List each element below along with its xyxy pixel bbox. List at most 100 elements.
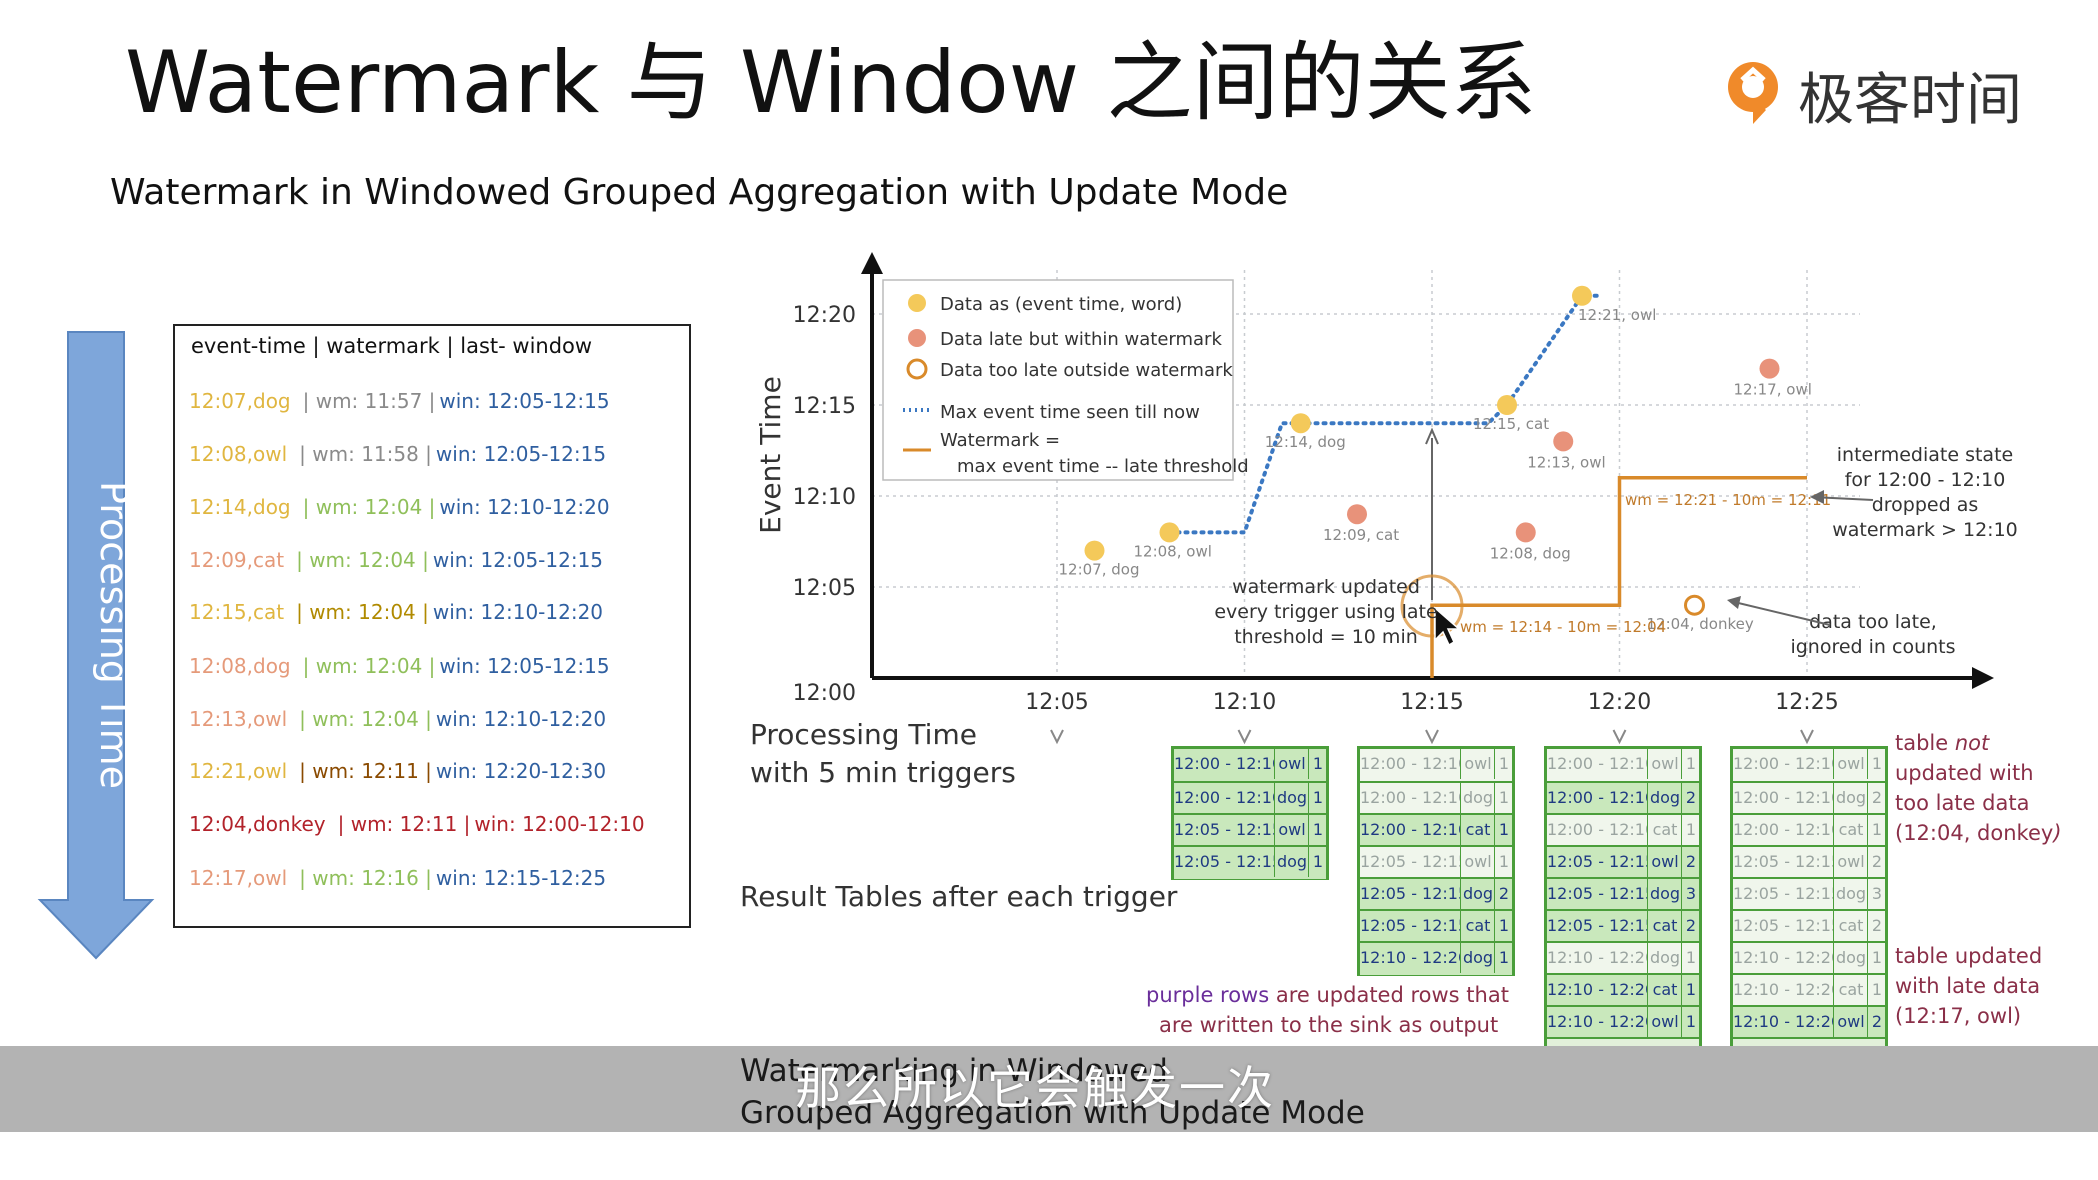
intermediate-state-annotation: watermark > 12:10: [1832, 519, 2018, 541]
unchanged-row: 12:00 - 12:10 dog 1: [1360, 781, 1512, 815]
legend-hollow-circle-icon: [906, 358, 928, 380]
purple-rows-note-line1: purple rows are updated rows that: [1146, 983, 1509, 1007]
count-cell: 1: [1494, 815, 1513, 845]
data-point: [1515, 522, 1536, 543]
annotation-arrowhead: [1727, 596, 1741, 609]
word-cell: dog: [1460, 879, 1495, 909]
result-table: 12:00 - 12:10 owl 1 12:00 - 12:10 dog 2 12:00 …: [1730, 746, 1888, 1066]
legend-label: Data as (event time, word): [940, 294, 1182, 315]
updated-row: 12:00 - 12:10 cat 1: [1360, 813, 1512, 847]
word-cell: owl: [1647, 749, 1682, 779]
word-cell: dog: [1460, 783, 1495, 813]
window-cell: 12:00 - 12:10: [1733, 788, 1833, 807]
wm-updated-annotation: threshold = 10 min: [1234, 626, 1418, 648]
data-point: [1572, 285, 1592, 306]
window-cell: 12:00 - 12:10: [1174, 788, 1274, 807]
data-point: [1759, 358, 1780, 379]
count-cell: 1: [1681, 943, 1700, 973]
trigger-arrow-icon: [1425, 729, 1439, 745]
data-point: [1553, 431, 1574, 452]
legend-label: Data too late outside watermark: [940, 360, 1233, 381]
data-point-label: 12:13, owl: [1527, 453, 1605, 471]
intermediate-state-annotation: for 12:00 - 12:10: [1845, 469, 2006, 491]
unchanged-row: 12:00 - 12:10 cat 1: [1733, 813, 1885, 847]
word-cell: owl: [1647, 847, 1682, 877]
result-table: 12:00 - 12:10 owl 1 12:00 - 12:10 dog 2 12:00 …: [1544, 746, 1702, 1066]
unchanged-row: 12:05 - 12:15 cat 2: [1733, 909, 1885, 943]
intermediate-state-annotation: dropped as: [1872, 494, 1979, 516]
trigger-arrow-icon: [1237, 729, 1252, 745]
word-cell: cat: [1460, 815, 1495, 845]
data-point: [1497, 395, 1517, 415]
result-tables-label: Result Tables after each trigger: [740, 880, 1178, 913]
x-axis-arrowhead: [1972, 667, 1994, 689]
window-cell: 12:05 - 12:15: [1360, 852, 1460, 871]
x-tick-label: 12:10: [1213, 690, 1276, 715]
count-cell: 1: [1494, 943, 1513, 973]
data-point-label: 12:08, dog: [1490, 544, 1571, 562]
updated-row: 12:05 - 12:15 cat 1: [1360, 909, 1512, 943]
updated-row: 12:10 - 12:20 cat 1: [1547, 973, 1699, 1007]
count-cell: 1: [1681, 815, 1700, 845]
window-cell: 12:00 - 12:10: [1360, 754, 1460, 773]
count-cell: 2: [1867, 783, 1886, 813]
unchanged-row: 12:05 - 12:15 dog 3: [1733, 877, 1885, 911]
note-updated-line1: table updated: [1895, 944, 2043, 968]
count-cell: 1: [1494, 783, 1513, 813]
window-cell: 12:00 - 12:10: [1547, 788, 1647, 807]
window-cell: 12:05 - 12:15: [1547, 852, 1647, 871]
window-cell: 12:00 - 12:10: [1733, 754, 1833, 773]
window-cell: 12:10 - 12:20: [1547, 980, 1647, 999]
trigger-arrow-icon: [1050, 729, 1064, 745]
word-cell: dog: [1833, 783, 1868, 813]
word-cell: cat: [1833, 815, 1868, 845]
bottom-strip: [0, 1132, 2098, 1180]
count-cell: 1: [1494, 911, 1513, 941]
updated-row: 12:10 - 12:20 owl 1: [1547, 1005, 1699, 1039]
count-cell: 3: [1681, 879, 1700, 909]
data-point-label: 12:14, dog: [1265, 433, 1346, 451]
word-cell: dog: [1647, 783, 1682, 813]
count-cell: 2: [1867, 847, 1886, 877]
count-cell: 2: [1681, 783, 1700, 813]
data-point: [1347, 504, 1367, 525]
unchanged-row: 12:05 - 12:15 owl 1: [1360, 845, 1512, 879]
count-cell: 1: [1681, 1007, 1700, 1037]
word-cell: owl: [1647, 1007, 1682, 1037]
intermediate-state-annotation: intermediate state: [1837, 444, 2013, 466]
window-cell: 12:05 - 12:15: [1174, 820, 1274, 839]
mouse-pointer-icon: [1434, 606, 1461, 647]
trigger-arrow-icon: [1612, 729, 1627, 745]
y-tick-label: 12:20: [793, 303, 856, 328]
unchanged-row: 12:05 - 12:15 owl 2: [1733, 845, 1885, 879]
x-tick-label: 12:25: [1775, 690, 1838, 715]
count-cell: 1: [1867, 815, 1886, 845]
y-axis-arrowhead: [861, 252, 883, 274]
updated-row: 12:05 - 12:15 owl 2: [1547, 845, 1699, 879]
word-cell: cat: [1647, 815, 1682, 845]
data-point-label: 12:07, dog: [1059, 561, 1140, 579]
count-cell: 3: [1867, 879, 1886, 909]
purple-rows-keyword: purple rows: [1146, 983, 1270, 1007]
unchanged-row: 12:10 - 12:20 dog 1: [1547, 941, 1699, 975]
word-cell: owl: [1460, 847, 1495, 877]
y-tick-label: 12:05: [793, 576, 856, 601]
updated-row: 12:05 - 12:15 cat 2: [1547, 909, 1699, 943]
result-table: 12:00 - 12:10 owl 1 12:00 - 12:10 dog 1 12:05 …: [1171, 746, 1329, 880]
y-axis-title: Event Time: [754, 376, 787, 534]
data-point: [1290, 413, 1311, 434]
window-cell: 12:05 - 12:15: [1547, 916, 1647, 935]
window-cell: 12:00 - 12:10: [1360, 820, 1460, 839]
word-cell: dog: [1274, 847, 1309, 877]
count-cell: 2: [1494, 879, 1513, 909]
window-cell: 12:05 - 12:15: [1360, 884, 1460, 903]
wm-first-annotation: wm = 12:14 - 10m = 12:04: [1460, 618, 1666, 636]
count-cell: 2: [1681, 911, 1700, 941]
data-point-label: 12:09, cat: [1323, 526, 1399, 544]
data-point-label: 12:15, cat: [1473, 415, 1549, 433]
count-cell: 1: [1308, 749, 1327, 779]
window-cell: 12:05 - 12:15: [1733, 884, 1833, 903]
x-axis-title-line2: with 5 min triggers: [750, 756, 1016, 789]
trigger-arrow-icon: [1800, 729, 1814, 745]
count-cell: 1: [1867, 749, 1886, 779]
